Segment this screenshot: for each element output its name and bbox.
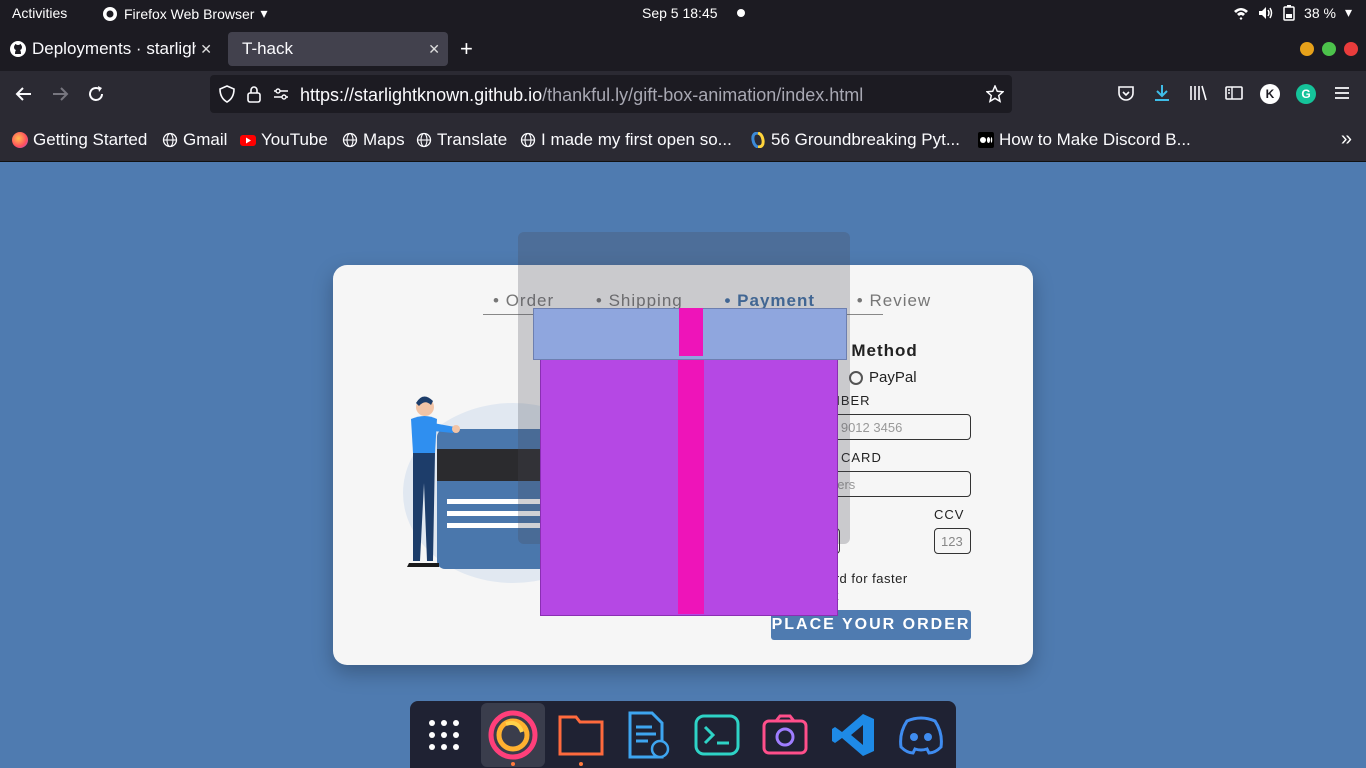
dock-firefox[interactable] xyxy=(481,703,545,767)
system-menu[interactable]: 38 % ▾ xyxy=(1233,4,1352,21)
tab-title: T-hack xyxy=(242,39,294,58)
bookmarks-toolbar: Getting Started Gmail YouTube Maps Trans… xyxy=(0,117,1366,162)
globe-icon xyxy=(162,132,178,148)
tab-deployments[interactable]: Deployments · starlightknown/thankful.ly… xyxy=(2,32,220,66)
ccv-input[interactable]: 123 xyxy=(934,528,971,554)
battery-icon xyxy=(1283,4,1295,21)
bookmark-star-icon[interactable] xyxy=(986,85,1004,103)
gift-lid-ribbon xyxy=(679,308,703,356)
gift-box[interactable] xyxy=(533,308,847,618)
medium-icon xyxy=(978,132,994,148)
close-window-button[interactable] xyxy=(1344,42,1358,56)
back-icon[interactable] xyxy=(14,84,34,104)
ccv-label: CCV xyxy=(934,507,965,522)
bookmark-maps[interactable]: Maps xyxy=(342,130,405,150)
app-grid-icon xyxy=(429,720,459,750)
url-text: https://starlightknown.github.io/thankfu… xyxy=(300,85,864,105)
app-name: Firefox Web Browser xyxy=(124,5,255,22)
maximize-button[interactable] xyxy=(1322,42,1336,56)
bookmark-open-source-post[interactable]: I made my first open so... xyxy=(520,130,732,150)
terminal-icon xyxy=(694,714,740,756)
bookmark-python-article[interactable]: 56 Groundbreaking Pyt... xyxy=(750,130,960,150)
youtube-icon xyxy=(240,135,256,146)
tab-title: Deployments · starlightknown/thankful.ly xyxy=(32,39,196,58)
clock[interactable]: Sep 5 18:45 xyxy=(642,5,718,21)
discord-icon xyxy=(899,716,943,755)
wifi-icon xyxy=(1234,7,1249,20)
tab-t-hack[interactable]: T-hack ✕ xyxy=(228,32,448,66)
url-bar[interactable]: https://starlightknown.github.io/thankfu… xyxy=(210,75,1012,113)
tab-strip: Deployments · starlightknown/thankful.ly… xyxy=(0,27,1366,71)
sidebar-icon[interactable] xyxy=(1224,83,1244,103)
reload-icon[interactable] xyxy=(86,84,106,104)
activities-button[interactable]: Activities xyxy=(12,5,67,21)
python-icon xyxy=(751,132,765,148)
bookmark-label: Translate xyxy=(437,130,508,149)
firefox-icon xyxy=(12,132,28,148)
close-tab-icon[interactable]: ✕ xyxy=(200,41,212,58)
paypal-label: PayPal xyxy=(869,369,917,386)
battery-percent: 38 % xyxy=(1304,4,1336,21)
paypal-option[interactable]: PayPal xyxy=(849,369,917,386)
new-tab-button[interactable]: + xyxy=(460,38,473,60)
dock-discord[interactable] xyxy=(889,703,953,767)
globe-icon xyxy=(416,132,432,148)
running-indicator xyxy=(511,762,515,766)
notification-dot xyxy=(737,9,745,17)
globe-icon xyxy=(342,132,358,148)
bookmark-label: I made my first open so... xyxy=(541,130,732,149)
running-indicator xyxy=(579,762,583,766)
paypal-radio[interactable] xyxy=(849,370,863,385)
firefox-icon xyxy=(488,710,538,760)
grammarly-extension-icon[interactable]: G xyxy=(1296,84,1316,104)
bookmark-youtube[interactable]: YouTube xyxy=(240,130,328,150)
bookmark-discord-bot-article[interactable]: How to Make Discord B... xyxy=(978,130,1191,150)
globe-icon xyxy=(520,132,536,148)
dock-screenshot[interactable] xyxy=(753,703,817,767)
bookmark-label: Getting Started xyxy=(33,130,148,149)
bookmark-label: How to Make Discord B... xyxy=(999,130,1191,149)
navigation-toolbar: https://starlightknown.github.io/thankfu… xyxy=(0,71,1366,117)
chevron-down-icon: ▾ xyxy=(1344,4,1352,20)
bookmark-label: Maps xyxy=(363,130,405,149)
app-menu[interactable]: Firefox Web Browser ▾ xyxy=(102,5,267,22)
payment-method-title: t Method xyxy=(839,341,918,360)
firefox-icon xyxy=(103,6,117,21)
gnome-top-bar: Activities Firefox Web Browser ▾ Sep 5 1… xyxy=(0,0,1366,27)
forward-icon[interactable] xyxy=(50,84,70,104)
github-icon xyxy=(10,41,26,57)
chevron-double-right-icon[interactable]: » xyxy=(1341,128,1352,151)
screenshot-icon xyxy=(762,714,808,755)
hamburger-menu-icon[interactable] xyxy=(1332,83,1352,103)
bookmark-gmail[interactable]: Gmail xyxy=(162,130,227,150)
bookmark-label: 56 Groundbreaking Pyt... xyxy=(771,130,961,149)
pocket-icon[interactable] xyxy=(1116,83,1136,103)
dash-dock xyxy=(410,701,956,768)
dock-files[interactable] xyxy=(549,703,613,767)
bookmark-getting-started[interactable]: Getting Started xyxy=(12,130,147,150)
shield-icon[interactable] xyxy=(218,85,236,103)
dock-vscode[interactable] xyxy=(821,703,885,767)
vscode-icon xyxy=(832,714,874,756)
permissions-icon[interactable] xyxy=(272,85,290,103)
downloads-icon[interactable] xyxy=(1152,83,1172,103)
minimize-button[interactable] xyxy=(1300,42,1314,56)
bookmark-label: Gmail xyxy=(183,130,228,149)
volume-icon xyxy=(1259,6,1273,19)
show-apps-button[interactable] xyxy=(412,703,476,767)
lock-icon[interactable] xyxy=(246,85,262,103)
bookmark-label: YouTube xyxy=(261,130,328,149)
dock-terminal[interactable] xyxy=(685,703,749,767)
bookmark-translate[interactable]: Translate xyxy=(416,130,507,150)
files-icon xyxy=(558,715,604,756)
step-review[interactable]: • Review xyxy=(857,291,949,310)
library-icon[interactable] xyxy=(1188,83,1208,103)
chevron-down-icon: ▾ xyxy=(260,5,268,21)
text-editor-icon xyxy=(628,711,670,759)
close-tab-icon[interactable]: ✕ xyxy=(428,41,440,58)
dock-text-editor[interactable] xyxy=(617,703,681,767)
profile-avatar[interactable]: K xyxy=(1260,84,1280,104)
